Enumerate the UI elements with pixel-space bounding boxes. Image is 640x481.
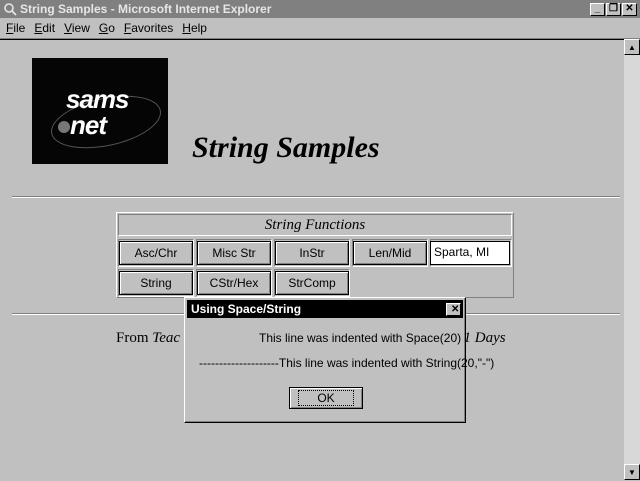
menu-favorites[interactable]: Favorites (124, 21, 173, 35)
ok-button[interactable]: OK (289, 387, 363, 409)
functions-header: String Functions (118, 214, 512, 236)
close-icon: ✕ (451, 303, 460, 315)
strcomp-button[interactable]: StrComp (275, 271, 349, 295)
dialog-close-button[interactable]: ✕ (446, 302, 461, 316)
misc-str-button[interactable]: Misc Str (197, 241, 271, 265)
string-button[interactable]: String (119, 271, 193, 295)
arrow-down-icon: ▼ (628, 467, 636, 477)
menu-file[interactable]: File (6, 21, 25, 35)
page-title: String Samples (192, 131, 380, 164)
scroll-up-button[interactable]: ▲ (624, 39, 640, 55)
footer-text: From Teac (116, 330, 181, 346)
menu-bar: File Edit View Go Favorites Help (0, 18, 640, 39)
restore-icon: ❐ (609, 3, 618, 14)
window-title-bar: String Samples - Microsoft Internet Expl… (0, 0, 640, 18)
menu-edit[interactable]: Edit (34, 21, 55, 35)
minimize-icon: _ (594, 3, 601, 14)
dialog-title-bar: Using Space/String ✕ (187, 300, 463, 318)
dialog-title: Using Space/String (191, 302, 302, 316)
message-dialog: Using Space/String ✕ This line was inden… (184, 297, 494, 423)
arrow-up-icon: ▲ (628, 42, 636, 52)
dialog-message-line1: This line was indented with Space(20) (259, 331, 462, 345)
menu-help[interactable]: Help (182, 21, 207, 35)
menu-go[interactable]: Go (99, 21, 115, 35)
vertical-scrollbar[interactable]: ▲ ▼ (624, 39, 640, 480)
ie-app-icon[interactable] (3, 2, 17, 16)
menu-view[interactable]: View (64, 21, 90, 35)
dialog-message-line2: --------------------This line was indent… (199, 356, 495, 370)
maximize-button[interactable]: ❐ (606, 2, 621, 16)
cstr-hex-button[interactable]: CStr/Hex (197, 271, 271, 295)
window-title: String Samples - Microsoft Internet Expl… (20, 2, 272, 16)
asc-chr-button[interactable]: Asc/Chr (119, 241, 193, 265)
len-mid-button[interactable]: Len/Mid (353, 241, 427, 265)
minimize-button[interactable]: _ (590, 2, 605, 16)
close-icon: ✕ (625, 3, 634, 14)
divider-top (12, 196, 620, 198)
scroll-down-button[interactable]: ▼ (624, 464, 640, 480)
location-input[interactable]: Sparta, MI (430, 241, 510, 265)
instr-button[interactable]: InStr (275, 241, 349, 265)
sams-net-logo: sams net (32, 58, 168, 164)
close-button[interactable]: ✕ (622, 2, 637, 16)
